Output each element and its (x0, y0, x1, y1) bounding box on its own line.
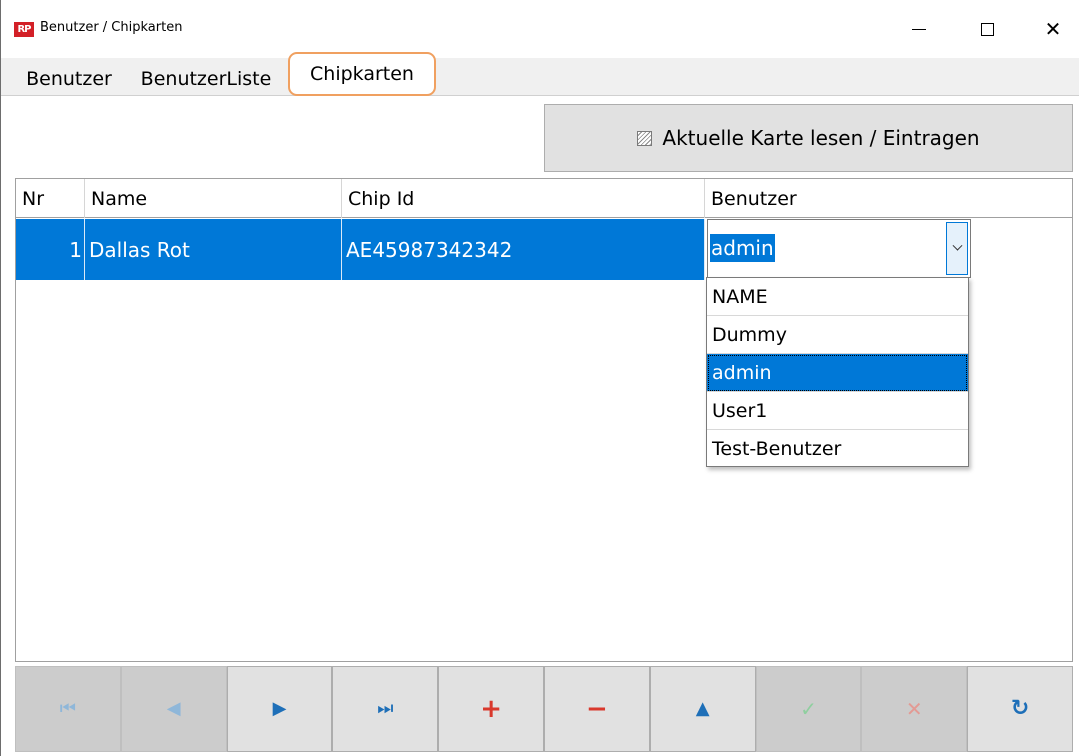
nav-next-icon: ▶ (272, 698, 287, 719)
tab-chipkarten[interactable]: Chipkarten (288, 52, 436, 96)
nav-refresh-icon: ↻ (1010, 696, 1030, 721)
card-icon (637, 130, 653, 146)
tab-benutzer[interactable]: Benutzer (13, 62, 125, 96)
nav-refresh-button[interactable]: ↻ (967, 666, 1073, 752)
read-card-button[interactable]: Aktuelle Karte lesen / Eintragen (544, 104, 1073, 172)
nav-first-button[interactable]: ⏮ (15, 666, 121, 752)
nav-prior-icon: ◀ (166, 698, 181, 719)
benutzer-dropdown-list[interactable]: NAME Dummy admin User1 Test-Benutzer (706, 277, 969, 467)
cell-chip-id[interactable]: AE45987342342 (342, 219, 705, 280)
dropdown-option-admin[interactable]: admin (707, 354, 968, 392)
main-window: RP Benutzer / Chipkarten ✕ Benutzer Benu… (0, 0, 1079, 756)
close-button[interactable]: ✕ (1030, 0, 1076, 58)
benutzer-combobox[interactable]: admin (707, 219, 971, 278)
maximize-button[interactable] (964, 0, 1010, 58)
dropdown-option-dummy[interactable]: Dummy (707, 316, 968, 354)
nav-insert-button[interactable]: + (438, 666, 544, 752)
nav-edit-icon: ▲ (695, 698, 710, 719)
dropdown-option-name[interactable]: NAME (707, 278, 968, 316)
column-header-chip-id[interactable]: Chip Id (342, 179, 705, 218)
chevron-down-icon (952, 240, 962, 251)
record-navigator: ⏮ ◀ ▶ ⏭ + − ▲ ✓ ✕ ↻ (15, 666, 1073, 752)
nav-post-button[interactable]: ✓ (755, 666, 862, 752)
minimize-icon (912, 28, 926, 30)
dropdown-button[interactable] (946, 222, 968, 275)
grid-header: Nr Name Chip Id Benutzer (16, 179, 1072, 218)
nav-prior-button[interactable]: ◀ (120, 666, 227, 752)
nav-cancel-icon: ✕ (905, 697, 923, 721)
dropdown-option-test-benutzer[interactable]: Test-Benutzer (707, 430, 968, 468)
tab-bar: Benutzer BenutzerListe Chipkarten (1, 52, 1079, 96)
nav-delete-button[interactable]: − (543, 666, 650, 752)
dropdown-option-user1[interactable]: User1 (707, 392, 968, 430)
nav-cancel-button[interactable]: ✕ (861, 666, 968, 752)
nav-edit-button[interactable]: ▲ (649, 666, 756, 752)
benutzer-combobox-value[interactable]: admin (710, 234, 775, 262)
app-logo-icon: RP (14, 22, 34, 37)
close-icon: ✕ (1044, 17, 1062, 41)
column-header-benutzer[interactable]: Benutzer (705, 179, 1072, 218)
window-title: Benutzer / Chipkarten (40, 20, 183, 35)
nav-last-button[interactable]: ⏭ (332, 666, 439, 752)
nav-first-icon: ⏮ (59, 698, 76, 719)
cell-name[interactable]: Dallas Rot (85, 219, 342, 280)
minimize-button[interactable] (896, 0, 942, 58)
tab-benutzerliste[interactable]: BenutzerListe (133, 62, 279, 96)
nav-delete-icon: − (585, 694, 608, 724)
title-bar[interactable]: RP Benutzer / Chipkarten ✕ (1, 0, 1079, 58)
read-card-label: Aktuelle Karte lesen / Eintragen (662, 126, 980, 150)
maximize-icon (980, 22, 994, 36)
column-header-name[interactable]: Name (85, 179, 342, 218)
cell-nr[interactable]: 1 (16, 219, 85, 280)
nav-insert-icon: + (480, 694, 502, 724)
nav-last-icon: ⏭ (377, 698, 394, 719)
nav-post-icon: ✓ (800, 697, 817, 721)
app-logo-text: RP (17, 24, 31, 35)
column-header-nr[interactable]: Nr (16, 179, 85, 218)
nav-next-button[interactable]: ▶ (226, 666, 333, 752)
